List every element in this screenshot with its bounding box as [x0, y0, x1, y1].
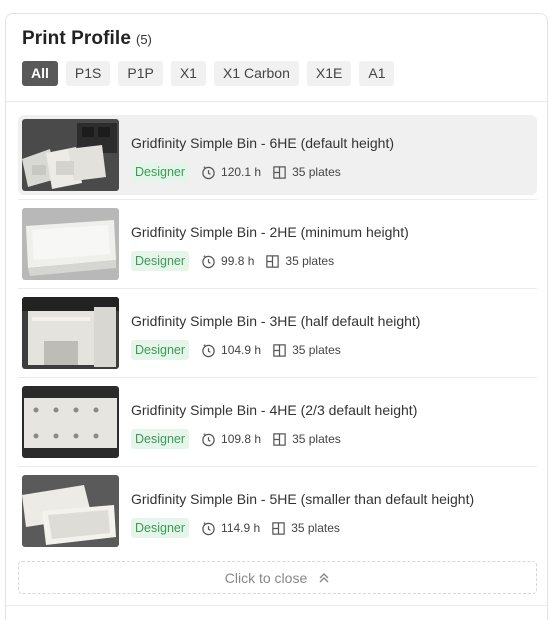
profile-title: Gridfinity Simple Bin - 4HE (2/3 default… [131, 402, 418, 418]
item-divider [18, 288, 537, 289]
plate-count: 35 plates [272, 432, 341, 447]
profile-item[interactable]: Gridfinity Simple Bin - 4HE (2/3 default… [18, 382, 537, 467]
profile-item[interactable]: Gridfinity Simple Bin - 6HE (default hei… [18, 115, 537, 200]
designer-badge: Designer [131, 340, 190, 360]
clock-icon [202, 165, 215, 179]
filter-chip-a1[interactable]: A1 [359, 61, 395, 86]
plate-count-value: 35 plates [292, 343, 341, 357]
profile-meta: Designer 99.8 h 35 plates [131, 251, 345, 271]
filter-chip-all[interactable]: All [22, 61, 58, 86]
filter-chip-x1-carbon[interactable]: X1 Carbon [213, 61, 299, 86]
click-to-close-button[interactable]: Click to close [18, 561, 537, 594]
profile-meta: Designer 104.9 h 35 plates [131, 340, 352, 360]
item-divider [18, 466, 537, 467]
plates-icon [273, 343, 286, 357]
profile-title: Gridfinity Simple Bin - 2HE (minimum hei… [131, 224, 409, 240]
profile-title: Gridfinity Simple Bin - 3HE (half defaul… [131, 313, 421, 329]
profile-meta: Designer 114.9 h 35 plates [131, 518, 351, 538]
panel-header: Print Profile (5) [22, 28, 152, 50]
print-time: 114.9 h [201, 521, 260, 536]
profile-title: Gridfinity Simple Bin - 6HE (default hei… [131, 135, 394, 151]
panel-bottom-divider [6, 605, 547, 606]
profile-item[interactable]: Gridfinity Simple Bin - 2HE (minimum hei… [18, 204, 537, 289]
designer-badge: Designer [131, 251, 190, 271]
plates-icon [273, 165, 286, 179]
plate-count-value: 35 plates [292, 432, 341, 446]
profile-thumbnail [22, 208, 119, 280]
plate-count-value: 35 plates [292, 165, 341, 179]
print-time-value: 114.9 h [221, 521, 261, 535]
profile-meta: Designer 109.8 h 35 plates [131, 429, 352, 449]
print-profile-panel: Print Profile (5) All P1S P1P X1 X1 Carb… [5, 13, 548, 620]
plate-count-value: 35 plates [291, 521, 340, 535]
filter-chip-x1e[interactable]: X1E [306, 61, 352, 86]
print-time-value: 120.1 h [221, 165, 262, 179]
plate-count-value: 35 plates [285, 254, 335, 268]
profile-item[interactable]: Gridfinity Simple Bin - 5HE (smaller tha… [18, 471, 537, 551]
profile-thumbnail [22, 475, 119, 547]
designer-badge: Designer [131, 162, 190, 182]
clock-icon [202, 343, 215, 357]
close-label: Click to close [224, 569, 308, 586]
plate-count: 35 plates [272, 165, 341, 180]
print-time: 99.8 h [201, 254, 254, 269]
print-time: 120.1 h [201, 165, 261, 180]
profile-thumbnail [22, 119, 119, 191]
plates-icon [272, 521, 285, 535]
panel-title: Print Profile [22, 28, 131, 49]
designer-badge: Designer [131, 429, 190, 449]
plate-count: 35 plates [265, 254, 334, 269]
plates-icon [266, 254, 280, 268]
filter-chip-p1s[interactable]: P1S [65, 61, 111, 86]
print-time: 109.8 h [201, 432, 261, 447]
profile-count: (5) [135, 32, 152, 47]
profile-meta: Designer 120.1 h 35 plates [131, 162, 352, 182]
plate-count: 35 plates [272, 343, 341, 358]
print-time-value: 109.8 h [221, 432, 262, 446]
clock-icon [202, 254, 215, 268]
plate-count: 35 plates [271, 521, 340, 536]
item-divider [18, 377, 537, 378]
plates-icon [273, 432, 286, 446]
clock-icon [202, 432, 215, 446]
profile-title: Gridfinity Simple Bin - 5HE (smaller tha… [131, 491, 475, 507]
double-chevron-up-icon [319, 572, 329, 582]
designer-badge: Designer [131, 518, 190, 538]
header-divider [6, 101, 547, 102]
item-divider [18, 199, 537, 200]
printer-filter-chips: All P1S P1P X1 X1 Carbon X1E A1 [22, 61, 395, 86]
profile-item[interactable]: Gridfinity Simple Bin - 3HE (half defaul… [18, 293, 537, 378]
print-time: 104.9 h [201, 343, 261, 358]
filter-chip-x1[interactable]: X1 [170, 61, 206, 86]
print-time-value: 104.9 h [221, 343, 262, 357]
filter-chip-p1p[interactable]: P1P [118, 61, 163, 86]
profile-thumbnail [22, 297, 119, 369]
profile-thumbnail [22, 386, 119, 458]
clock-icon [202, 521, 215, 535]
profile-list: Gridfinity Simple Bin - 6HE (default hei… [18, 115, 537, 560]
print-time-value: 99.8 h [221, 254, 255, 268]
